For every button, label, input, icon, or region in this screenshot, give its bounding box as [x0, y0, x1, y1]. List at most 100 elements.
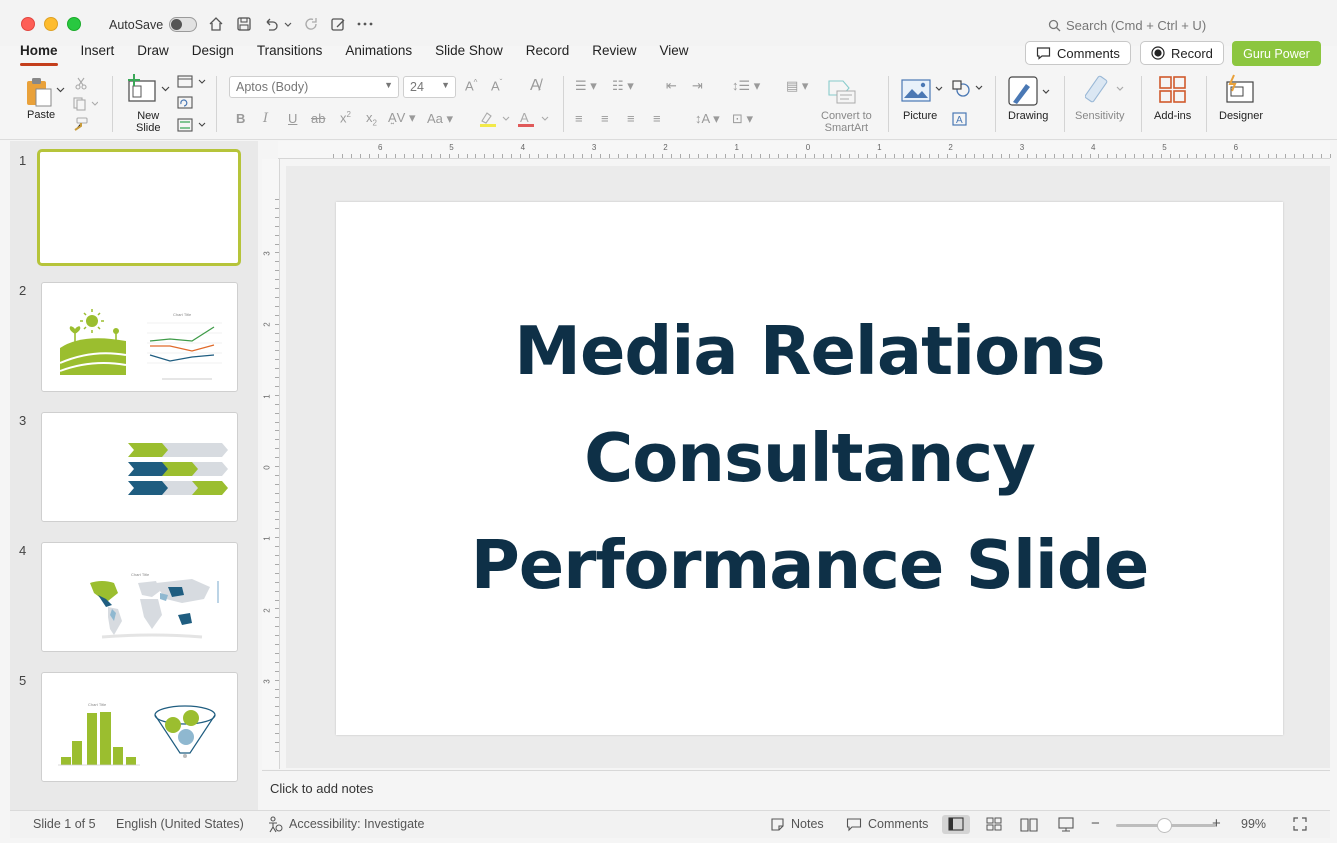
comments-toggle[interactable]: Comments — [868, 817, 928, 831]
text-box-icon[interactable]: A — [951, 111, 969, 127]
close-window-button[interactable] — [21, 17, 35, 31]
bullets-icon[interactable]: ☰ ▾ — [575, 78, 597, 94]
zoom-out-button[interactable]: − — [1091, 815, 1100, 832]
increase-indent-icon[interactable]: ⇥ — [692, 78, 703, 94]
redo-icon[interactable] — [302, 15, 320, 33]
autosave-toggle[interactable] — [169, 17, 197, 32]
smartart-icon[interactable] — [827, 77, 857, 105]
font-color-icon[interactable]: A — [517, 110, 551, 128]
search-box[interactable]: Search (Cmd + Ctrl + U) — [1048, 18, 1206, 33]
italic-icon[interactable]: I — [263, 111, 268, 126]
text-direction-icon[interactable]: ↕A ▾ — [695, 111, 720, 127]
zoom-slider-handle[interactable] — [1157, 818, 1172, 833]
tab-record[interactable]: Record — [526, 44, 570, 68]
minimize-window-button[interactable] — [44, 17, 58, 31]
bold-icon[interactable]: B — [236, 111, 245, 126]
numbering-icon[interactable]: ☷ ▾ — [612, 78, 634, 94]
copy-icon[interactable] — [72, 97, 98, 111]
tab-draw[interactable]: Draw — [137, 44, 169, 68]
new-slide-dropdown-icon[interactable] — [161, 85, 170, 93]
justify-icon[interactable]: ≡ — [653, 111, 661, 126]
current-slide[interactable]: Media Relations Consultancy Performance … — [336, 202, 1283, 735]
undo-icon[interactable] — [262, 15, 280, 33]
decrease-font-icon[interactable]: Aˇ — [491, 78, 502, 93]
change-case-icon[interactable]: Aa ▾ — [427, 111, 453, 127]
slideshow-button[interactable] — [1052, 815, 1080, 834]
slide-thumbnail-5[interactable]: Chart Title — [41, 672, 238, 782]
fit-to-window-icon[interactable] — [1292, 816, 1308, 832]
underline-icon[interactable]: U — [288, 111, 297, 126]
slide-title[interactable]: Media Relations Consultancy Performance … — [336, 298, 1283, 619]
sensitivity-icon[interactable] — [1085, 74, 1129, 106]
zoom-window-button[interactable] — [67, 17, 81, 31]
new-slide-icon[interactable] — [127, 74, 157, 104]
zoom-level[interactable]: 99% — [1241, 817, 1266, 831]
add-ins-label: Add-ins — [1154, 110, 1192, 122]
save-icon[interactable] — [235, 15, 253, 33]
font-size-combo[interactable]: 24 ▼ — [403, 76, 456, 98]
align-right-icon[interactable]: ≡ — [627, 111, 635, 126]
tab-home[interactable]: Home — [20, 44, 58, 68]
picture-icon[interactable] — [901, 78, 945, 104]
highlight-icon[interactable] — [478, 110, 512, 128]
character-spacing-icon[interactable]: A͍V ▾ — [388, 110, 415, 126]
picture-label: Picture — [903, 110, 938, 122]
zoom-in-button[interactable]: + — [1212, 815, 1221, 832]
layout-icon[interactable] — [177, 75, 207, 89]
accessibility-status[interactable]: Accessibility: Investigate — [289, 817, 424, 831]
clear-formatting-icon[interactable]: A̸ — [530, 77, 541, 95]
more-icon[interactable] — [356, 15, 374, 33]
paste-dropdown-icon[interactable] — [56, 86, 65, 94]
slide-thumbnail-3[interactable] — [41, 412, 238, 522]
comment-icon[interactable] — [846, 817, 862, 832]
subscript-icon[interactable]: x2 — [366, 110, 377, 128]
tab-transitions[interactable]: Transitions — [257, 44, 323, 68]
comments-button-label: Comments — [1057, 45, 1120, 61]
svg-text:A: A — [956, 115, 963, 126]
guru-power-button[interactable]: Guru Power — [1232, 41, 1321, 66]
align-text-icon[interactable]: ⊡ ▾ — [732, 111, 753, 127]
slide-thumbnail-4[interactable]: Chart Title — [41, 542, 238, 652]
drawing-icon[interactable] — [1006, 76, 1054, 108]
slide-thumbnail-1[interactable] — [37, 149, 241, 266]
customize-icon[interactable] — [329, 15, 347, 33]
record-button[interactable]: Record — [1140, 41, 1224, 65]
align-center-icon[interactable]: ≡ — [601, 111, 609, 126]
decrease-indent-icon[interactable]: ⇤ — [666, 78, 677, 94]
tab-slide-show[interactable]: Slide Show — [435, 44, 503, 68]
tab-insert[interactable]: Insert — [81, 44, 115, 68]
notes-icon[interactable] — [770, 817, 785, 832]
section-icon[interactable] — [177, 118, 207, 132]
reset-icon[interactable] — [177, 96, 193, 110]
chevron-down-icon: ▼ — [384, 80, 393, 90]
tab-view[interactable]: View — [660, 44, 689, 68]
slide-sorter-button[interactable] — [980, 815, 1008, 834]
slide-thumbnail-2[interactable]: Chart Title — [41, 282, 238, 392]
designer-icon[interactable] — [1224, 74, 1258, 106]
superscript-icon[interactable]: x2 — [340, 110, 351, 125]
add-ins-icon[interactable] — [1158, 75, 1188, 105]
tab-design[interactable]: Design — [192, 44, 234, 68]
undo-dropdown-icon[interactable] — [283, 15, 293, 33]
reading-view-button[interactable] — [1015, 815, 1043, 834]
notes-toggle[interactable]: Notes — [791, 817, 824, 831]
tab-review[interactable]: Review — [592, 44, 636, 68]
font-name-combo[interactable]: Aptos (Body) ▼ — [229, 76, 399, 98]
columns-icon[interactable]: ▤ ▾ — [786, 78, 808, 94]
comments-button[interactable]: Comments — [1025, 41, 1131, 65]
shapes-icon[interactable] — [951, 79, 985, 99]
language-indicator[interactable]: English (United States) — [116, 817, 244, 831]
cut-icon[interactable] — [74, 76, 88, 90]
normal-view-button[interactable] — [942, 815, 970, 834]
paste-icon[interactable] — [25, 76, 55, 108]
format-painter-icon[interactable] — [72, 117, 88, 131]
book-icon — [1020, 818, 1038, 832]
strikethrough-icon[interactable]: ab — [311, 111, 325, 126]
home-icon[interactable] — [207, 15, 225, 33]
accessibility-icon[interactable] — [267, 816, 283, 833]
notes-pane[interactable]: Click to add notes — [262, 770, 1330, 809]
line-spacing-icon[interactable]: ↕☰ ▾ — [732, 78, 760, 94]
tab-animations[interactable]: Animations — [345, 44, 412, 68]
increase-font-icon[interactable]: A^ — [465, 78, 477, 93]
align-left-icon[interactable]: ≡ — [575, 111, 583, 126]
